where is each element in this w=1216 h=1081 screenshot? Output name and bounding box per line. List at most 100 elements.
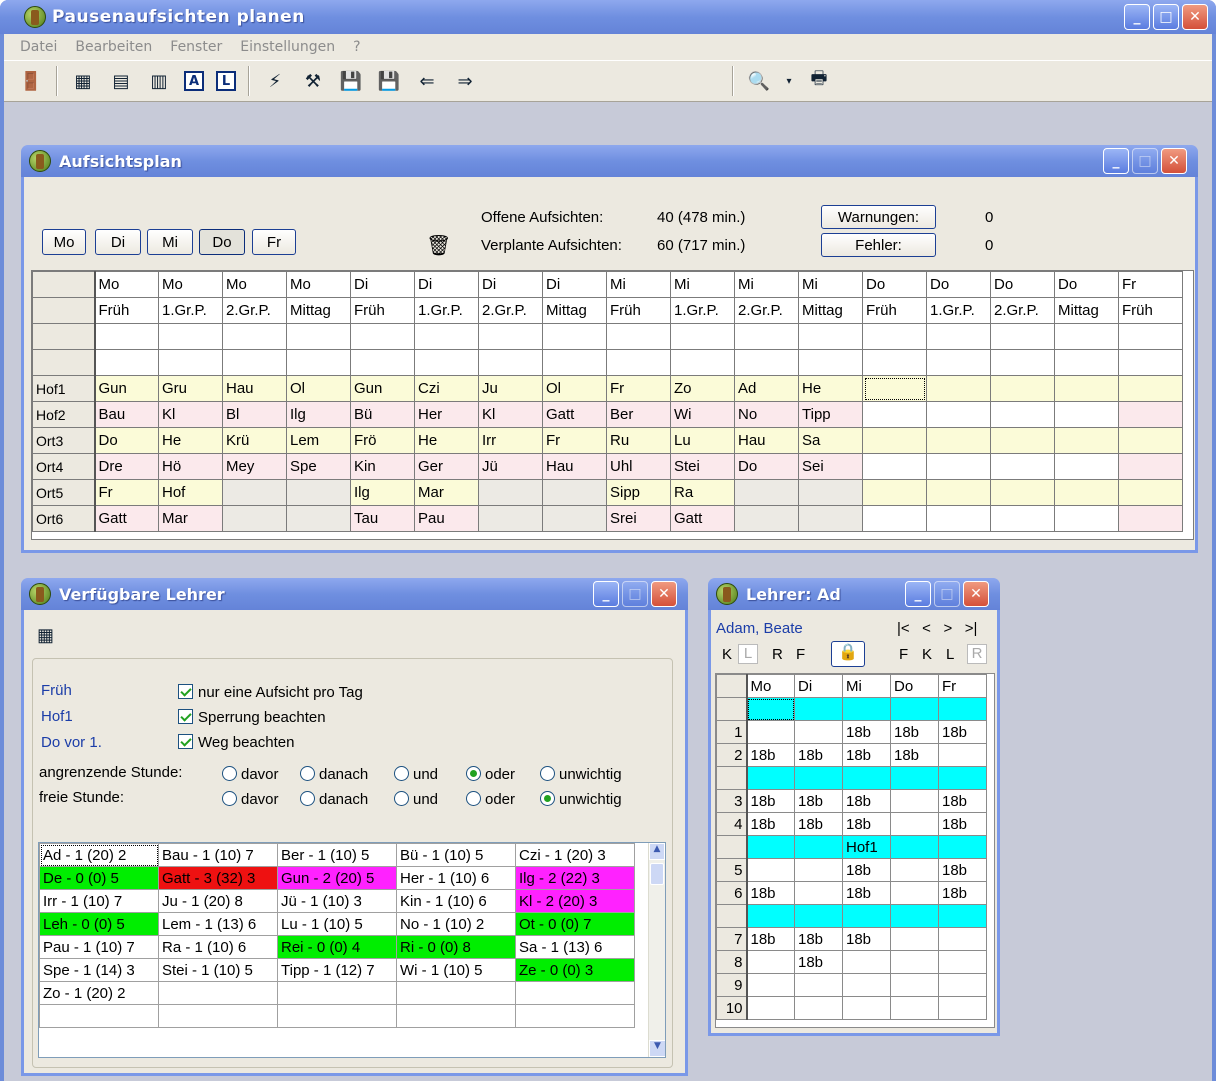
plan-cell[interactable]: Ger bbox=[414, 453, 479, 480]
arrow-left-icon[interactable]: ⇐ bbox=[414, 68, 440, 94]
plan-cell[interactable]: Lem bbox=[286, 427, 351, 454]
plan-cell[interactable]: Mey bbox=[222, 453, 287, 480]
minimize-button[interactable]: _ bbox=[1103, 148, 1129, 174]
plan-column-header[interactable] bbox=[606, 323, 671, 350]
plan-cell[interactable]: Ol bbox=[542, 375, 607, 402]
plan-cell[interactable] bbox=[862, 453, 927, 480]
schedule-cell[interactable]: 18b bbox=[890, 720, 939, 744]
day-button-do[interactable]: Do bbox=[199, 229, 245, 255]
schedule-cell[interactable]: 18b bbox=[794, 950, 843, 974]
schedule-cell[interactable] bbox=[746, 697, 795, 721]
plan-cell[interactable] bbox=[926, 479, 991, 506]
plan-cell[interactable]: Mar bbox=[158, 505, 223, 532]
plan-column-header[interactable] bbox=[670, 323, 735, 350]
free-radio-davor[interactable]: davor bbox=[222, 791, 279, 808]
teacher-list-item[interactable]: Stei - 1 (10) 5 bbox=[158, 958, 278, 982]
schedule-cell[interactable] bbox=[794, 973, 843, 997]
right-letter-k[interactable]: K bbox=[922, 646, 932, 663]
main-titlebar[interactable]: Pausenaufsichten planen _ □ ✕ bbox=[0, 0, 1216, 34]
schedule-cell[interactable] bbox=[890, 766, 939, 790]
scroll-down-icon[interactable]: ▼ bbox=[649, 1040, 665, 1057]
plan-column-header[interactable]: Mi bbox=[670, 271, 735, 298]
plan-cell[interactable]: Bau bbox=[94, 401, 159, 428]
schedule-cell[interactable] bbox=[842, 766, 891, 790]
free-radio-und[interactable]: und bbox=[394, 791, 438, 808]
plan-cell[interactable] bbox=[926, 427, 991, 454]
schedule-cell[interactable]: 18b bbox=[842, 881, 891, 905]
schedule-cell[interactable] bbox=[890, 973, 939, 997]
menu-help[interactable]: ? bbox=[353, 39, 360, 55]
plan-column-header[interactable] bbox=[94, 323, 159, 350]
plan-cell[interactable] bbox=[926, 375, 991, 402]
schedule-cell[interactable] bbox=[794, 697, 843, 721]
schedule-cell[interactable] bbox=[746, 835, 795, 859]
plan-cell[interactable] bbox=[1118, 479, 1183, 506]
plan-titlebar[interactable]: Aufsichtsplan _ □ ✕ bbox=[21, 145, 1198, 177]
teacher-list-item[interactable]: Lem - 1 (13) 6 bbox=[158, 912, 278, 936]
plan-cell[interactable]: Fr bbox=[606, 375, 671, 402]
schedule-cell[interactable] bbox=[746, 904, 795, 928]
plan-column-header[interactable] bbox=[1118, 323, 1183, 350]
teacher-list-item[interactable]: Kin - 1 (10) 6 bbox=[396, 889, 516, 913]
schedule-cell[interactable]: 18b bbox=[938, 720, 987, 744]
plan-row-header[interactable]: Hof2 bbox=[32, 401, 96, 428]
schedule-cell[interactable]: 18b bbox=[794, 743, 843, 767]
schedule-cell[interactable] bbox=[938, 950, 987, 974]
schedule-cell[interactable]: 18b bbox=[746, 927, 795, 951]
schedule-cell[interactable] bbox=[890, 789, 939, 813]
teacher-list-item[interactable]: Gatt - 3 (32) 3 bbox=[158, 866, 278, 890]
schedule-cell[interactable]: 18b bbox=[746, 812, 795, 836]
plan-cell[interactable] bbox=[862, 427, 927, 454]
plan-cell[interactable] bbox=[286, 505, 351, 532]
plan-cell[interactable]: Sa bbox=[798, 427, 863, 454]
plan-cell[interactable]: Czi bbox=[414, 375, 479, 402]
adjacent-radio-danach[interactable]: danach bbox=[300, 766, 368, 783]
schedule-cell[interactable] bbox=[938, 973, 987, 997]
plan-column-header[interactable]: 1.Gr.P. bbox=[670, 297, 735, 324]
left-letter-l[interactable]: L bbox=[738, 644, 758, 664]
warnings-button[interactable]: Warnungen: bbox=[821, 205, 936, 229]
plan-cell[interactable] bbox=[222, 479, 287, 506]
plan-cell[interactable]: No bbox=[734, 401, 799, 428]
plan-cell[interactable] bbox=[990, 427, 1055, 454]
teacher-list-item[interactable]: Bü - 1 (10) 5 bbox=[396, 843, 516, 867]
schedule-cell[interactable]: 18b bbox=[794, 789, 843, 813]
day-button-di[interactable]: Di bbox=[95, 229, 141, 255]
close-button[interactable]: ✕ bbox=[651, 581, 677, 607]
schedule-cell[interactable] bbox=[794, 996, 843, 1020]
plan-column-header[interactable]: Di bbox=[414, 271, 479, 298]
table-icon[interactable]: ▦ bbox=[70, 68, 96, 94]
plan-column-header[interactable] bbox=[542, 323, 607, 350]
plan-cell[interactable] bbox=[1054, 479, 1119, 506]
plan-column-header[interactable]: Fr bbox=[1118, 271, 1183, 298]
plan-cell[interactable] bbox=[990, 479, 1055, 506]
plan-cell[interactable]: Hau bbox=[222, 375, 287, 402]
nav-prev-button[interactable]: < bbox=[922, 620, 931, 637]
plan-cell[interactable] bbox=[1054, 375, 1119, 402]
plan-cell[interactable] bbox=[990, 401, 1055, 428]
plan-column-header[interactable]: 2.Gr.P. bbox=[222, 297, 287, 324]
plan-cell[interactable]: Ad bbox=[734, 375, 799, 402]
day-button-mi[interactable]: Mi bbox=[147, 229, 193, 255]
preview-icon[interactable]: 🔍 bbox=[746, 68, 772, 94]
close-button[interactable]: ✕ bbox=[963, 581, 989, 607]
menu-fenster[interactable]: Fenster bbox=[170, 39, 222, 55]
table-small-icon[interactable]: ▤ bbox=[108, 68, 134, 94]
teacher-list-item[interactable]: Irr - 1 (10) 7 bbox=[39, 889, 159, 913]
schedule-cell[interactable]: 18b bbox=[794, 812, 843, 836]
plan-cell[interactable]: He bbox=[158, 427, 223, 454]
free-radio-danach[interactable]: danach bbox=[300, 791, 368, 808]
plan-column-header[interactable]: Di bbox=[350, 271, 415, 298]
plan-column-header[interactable]: Mi bbox=[734, 271, 799, 298]
plan-cell[interactable] bbox=[478, 479, 543, 506]
schedule-cell[interactable] bbox=[890, 996, 939, 1020]
schedule-cell[interactable]: 18b bbox=[938, 812, 987, 836]
schedule-cell[interactable] bbox=[842, 950, 891, 974]
minimize-button[interactable]: _ bbox=[1124, 4, 1150, 30]
plan-column-header[interactable]: Do bbox=[1054, 271, 1119, 298]
schedule-cell[interactable]: Hof1 bbox=[842, 835, 891, 859]
plan-cell[interactable]: Uhl bbox=[606, 453, 671, 480]
plan-cell[interactable]: Kl bbox=[478, 401, 543, 428]
plan-cell[interactable]: Ilg bbox=[286, 401, 351, 428]
plan-column-header[interactable] bbox=[990, 323, 1055, 350]
